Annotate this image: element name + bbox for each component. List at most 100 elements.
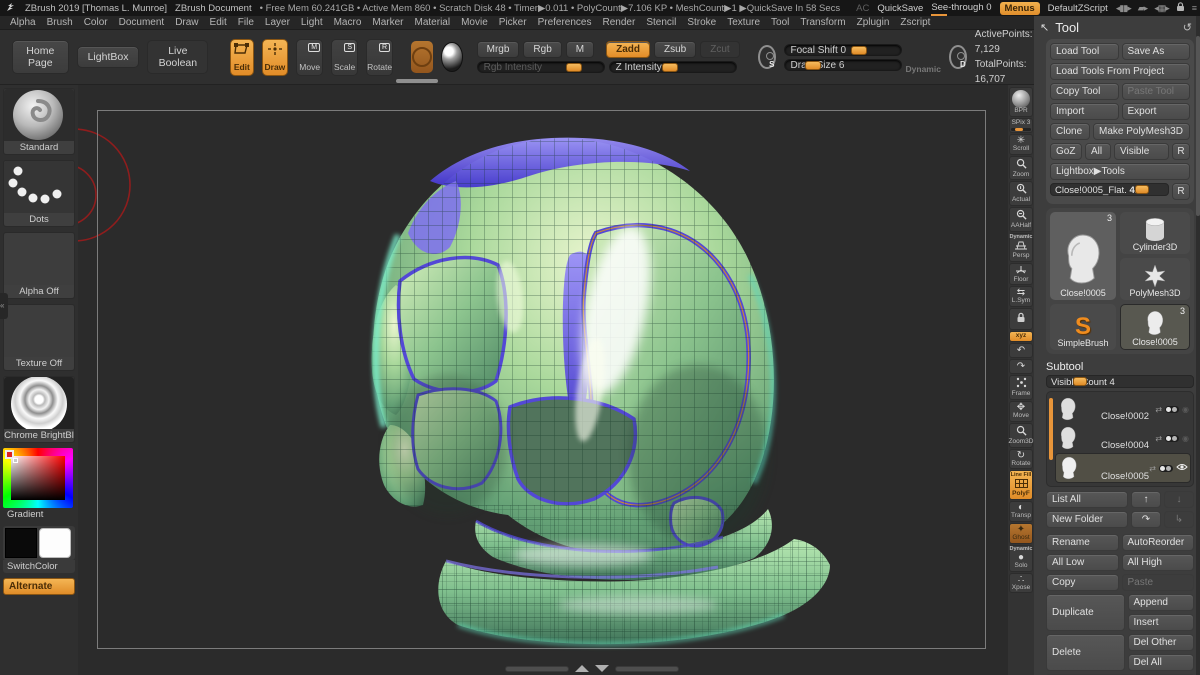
- load-tools-from-project-button[interactable]: Load Tools From Project: [1050, 63, 1190, 80]
- rotate-button[interactable]: R Rotate: [366, 39, 393, 76]
- panel-reset-icon[interactable]: ↺: [1183, 21, 1192, 34]
- current-texture[interactable]: Texture Off: [3, 304, 75, 371]
- depth-dial[interactable]: D: [949, 45, 967, 69]
- subtool-arrow-icon[interactable]: ⇄: [1155, 434, 1162, 443]
- zoom3d-button[interactable]: Zoom3D: [1009, 423, 1033, 448]
- menus-button[interactable]: Menus: [1000, 2, 1040, 15]
- subtool-scrollbar[interactable]: [1049, 398, 1053, 460]
- zoom-button[interactable]: Zoom: [1009, 156, 1033, 181]
- solo-button[interactable]: Dynamic ● Solo: [1009, 545, 1033, 572]
- menu-macro[interactable]: Macro: [334, 17, 362, 28]
- del-all-button[interactable]: Del All: [1128, 654, 1195, 671]
- saturation-square[interactable]: [11, 456, 65, 500]
- focal-shift-slider[interactable]: Focal Shift 0: [784, 44, 902, 56]
- alternate-button[interactable]: Alternate: [3, 578, 75, 595]
- draw-button[interactable]: Draw: [262, 39, 289, 76]
- export-button[interactable]: Export: [1122, 103, 1191, 120]
- duplicate-button[interactable]: Duplicate: [1046, 594, 1125, 631]
- subtool-eye-icon[interactable]: [1176, 463, 1188, 473]
- subtool-up-button[interactable]: ↑: [1131, 491, 1161, 508]
- active-tool-slider[interactable]: Close!0005_Flat. 41: [1050, 183, 1169, 196]
- goz-r-button[interactable]: R: [1172, 143, 1190, 160]
- current-material-sphere[interactable]: [441, 42, 462, 72]
- tool-r-button[interactable]: R: [1172, 183, 1190, 200]
- menu-zplugin[interactable]: Zplugin: [857, 17, 890, 28]
- floor-button[interactable]: Floor: [1009, 263, 1033, 286]
- visible-count-slider[interactable]: Visible Count 4: [1046, 375, 1194, 388]
- default-zscript-button[interactable]: DefaultZScript: [1048, 3, 1108, 14]
- polymesh3d-tool[interactable]: PolyMesh3D: [1120, 258, 1190, 300]
- transparency-button[interactable]: ◐ Transp: [1009, 501, 1033, 522]
- current-material[interactable]: Chrome BrightBl: [3, 376, 75, 443]
- current-brush[interactable]: Standard: [3, 88, 75, 155]
- menu-marker[interactable]: Marker: [372, 17, 403, 28]
- dynamic-label[interactable]: Dynamic: [906, 64, 941, 74]
- move-to-folder-button[interactable]: ↷: [1131, 511, 1161, 528]
- menu-file[interactable]: File: [238, 17, 254, 28]
- frame-button[interactable]: Frame: [1009, 375, 1033, 400]
- menu-brush[interactable]: Brush: [47, 17, 73, 28]
- subtool-eye-icon[interactable]: ◉: [1182, 434, 1189, 443]
- delete-button[interactable]: Delete: [1046, 634, 1125, 671]
- import-button[interactable]: Import: [1050, 103, 1119, 120]
- menu-draw[interactable]: Draw: [175, 17, 198, 28]
- paste-subtool-button[interactable]: Paste: [1122, 574, 1195, 591]
- scroll-bar-left[interactable]: [505, 666, 569, 672]
- subtool-down-button[interactable]: ↓: [1164, 491, 1194, 508]
- mrgb-button[interactable]: Mrgb: [477, 41, 520, 58]
- menu-edit[interactable]: Edit: [210, 17, 227, 28]
- xpose-button[interactable]: ∴ Xpose: [1009, 573, 1033, 594]
- rgb-button[interactable]: Rgb: [523, 41, 561, 58]
- brush-preset-icon[interactable]: ◂▮▮▸: [1116, 3, 1131, 14]
- scale-button[interactable]: S Scale: [331, 39, 358, 76]
- ghost-button[interactable]: ✦ Ghost: [1009, 523, 1033, 544]
- goz-button[interactable]: GoZ: [1050, 143, 1082, 160]
- lightbox-tools-button[interactable]: Lightbox▶Tools: [1050, 163, 1190, 180]
- scroll-button[interactable]: ✳ Scroll: [1009, 134, 1033, 155]
- actual-button[interactable]: Actual: [1009, 181, 1033, 206]
- subtool-arrow-icon[interactable]: ⇄: [1155, 405, 1162, 414]
- see-through-slider[interactable]: See-through 0: [931, 2, 991, 15]
- insert-button[interactable]: Insert: [1128, 614, 1195, 631]
- menu-stroke[interactable]: Stroke: [687, 17, 716, 28]
- m-button[interactable]: M: [566, 41, 594, 58]
- menu-picker[interactable]: Picker: [499, 17, 527, 28]
- live-boolean-button[interactable]: Live Boolean: [147, 40, 208, 74]
- menu-light[interactable]: Light: [301, 17, 323, 28]
- rename-button[interactable]: Rename: [1046, 534, 1119, 551]
- current-stroke-swatch[interactable]: [411, 41, 433, 73]
- secondary-color-swatch[interactable]: [39, 528, 71, 558]
- edit-button[interactable]: Edit: [230, 39, 253, 76]
- local-symmetry-button[interactable]: ⇆ L.Sym: [1009, 286, 1033, 307]
- material-preset-icon[interactable]: ▰▸: [1138, 3, 1147, 14]
- rotate-camera-button[interactable]: ↻ Rotate: [1009, 449, 1033, 470]
- zsub-button[interactable]: Zsub: [654, 41, 696, 58]
- document-canvas[interactable]: [78, 85, 1008, 675]
- move-camera-button[interactable]: ✥ Move: [1009, 401, 1033, 422]
- menu-texture[interactable]: Texture: [727, 17, 760, 28]
- load-tool-button[interactable]: Load Tool: [1050, 43, 1119, 60]
- main-color-swatch[interactable]: [5, 528, 37, 558]
- menu-color[interactable]: Color: [84, 17, 108, 28]
- config-icon[interactable]: ≡: [1192, 3, 1196, 13]
- scroll-down-icon[interactable]: [595, 665, 609, 672]
- all-high-button[interactable]: All High: [1122, 554, 1195, 571]
- make-polymesh3d-button[interactable]: Make PolyMesh3D: [1093, 123, 1190, 140]
- move-out-folder-button[interactable]: ↳: [1164, 511, 1194, 528]
- scroll-up-icon[interactable]: [575, 665, 589, 672]
- polyframe-button[interactable]: Line Fill PolyF: [1009, 470, 1033, 500]
- menu-layer[interactable]: Layer: [265, 17, 290, 28]
- goz-visible-button[interactable]: Visible: [1114, 143, 1169, 160]
- menu-preferences[interactable]: Preferences: [538, 17, 592, 28]
- switchcolor-label[interactable]: SwitchColor: [3, 560, 75, 573]
- bpr-button[interactable]: BPR: [1009, 87, 1033, 117]
- color-picker[interactable]: Gradient: [3, 448, 75, 521]
- menu-tool[interactable]: Tool: [771, 17, 789, 28]
- clone-button[interactable]: Clone: [1050, 123, 1090, 140]
- z-rotation-button[interactable]: ↷: [1009, 359, 1033, 374]
- stroke-curve-dial[interactable]: S: [758, 45, 776, 69]
- quicksave-button[interactable]: QuickSave: [877, 3, 923, 14]
- draw-size-slider[interactable]: Draw Size 6: [784, 59, 902, 71]
- zadd-button[interactable]: Zadd: [606, 41, 650, 58]
- zcut-button[interactable]: Zcut: [700, 41, 739, 58]
